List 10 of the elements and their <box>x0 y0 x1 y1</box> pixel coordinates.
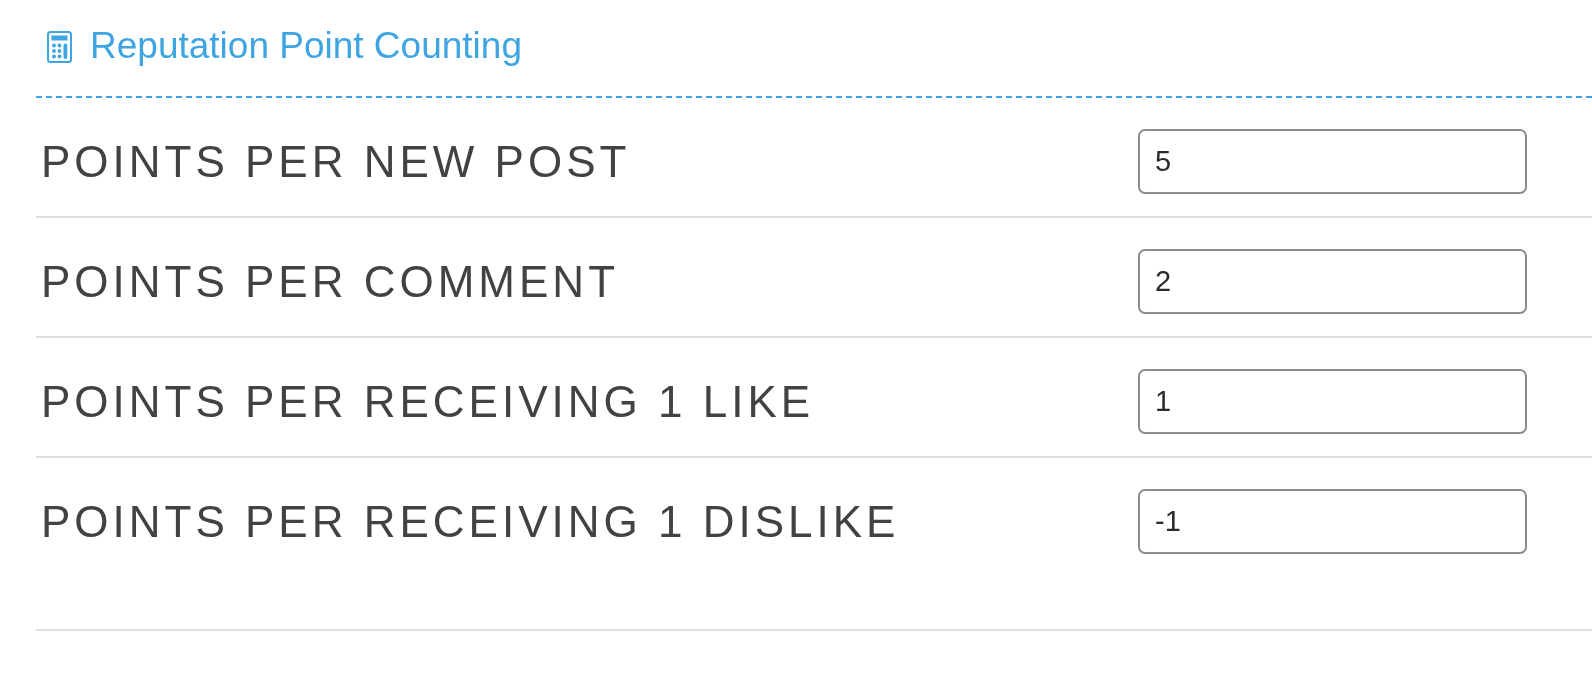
setting-label: POINTS PER RECEIVING 1 DISLIKE <box>41 495 900 548</box>
setting-label: POINTS PER NEW POST <box>41 135 631 188</box>
setting-label: POINTS PER COMMENT <box>41 255 620 308</box>
section-title: Reputation Point Counting <box>90 24 522 68</box>
number-field[interactable]: 2 <box>1138 249 1527 314</box>
number-field[interactable]: 5 <box>1138 129 1527 194</box>
number-field[interactable]: -1 <box>1138 489 1527 554</box>
setting-label: POINTS PER RECEIVING 1 LIKE <box>41 375 815 428</box>
calculator-icon <box>47 31 72 63</box>
number-field[interactable]: 1 <box>1138 369 1527 434</box>
